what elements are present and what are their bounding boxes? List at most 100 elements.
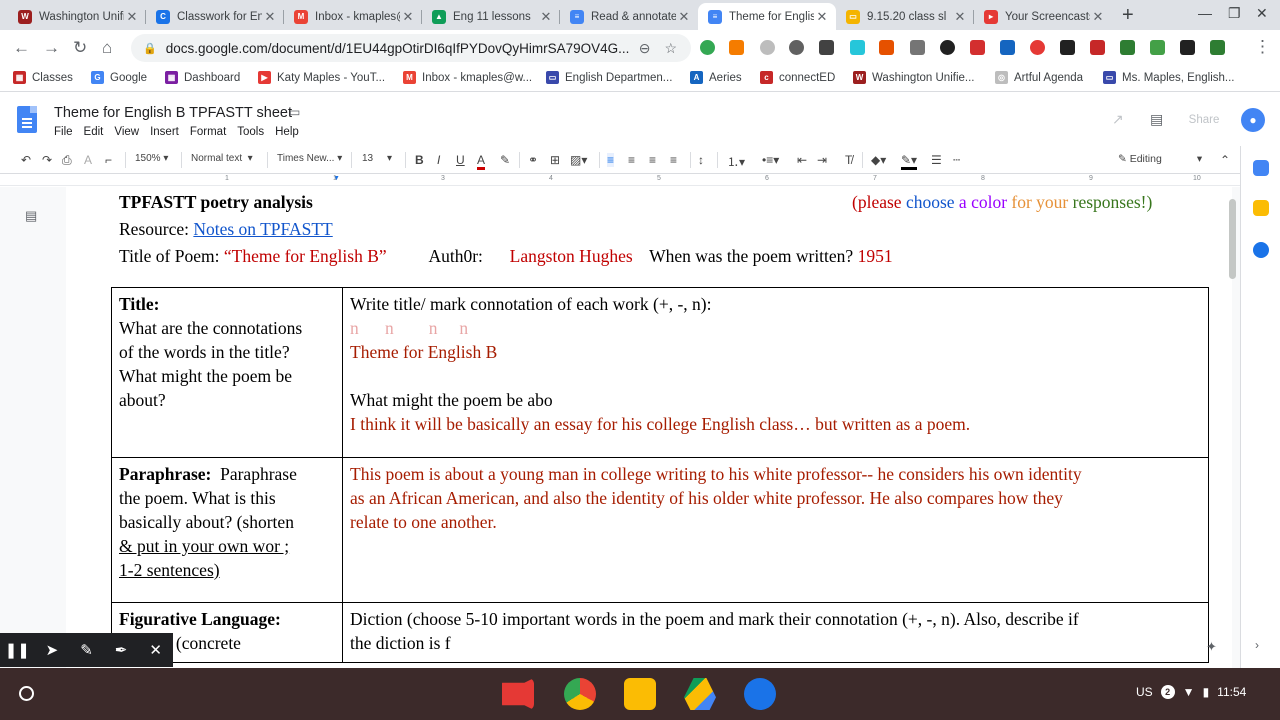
increase-indent-icon[interactable]: ⇥: [817, 153, 827, 167]
italic-icon[interactable]: I: [437, 153, 440, 167]
menu-tools[interactable]: Tools: [237, 126, 264, 138]
reload-icon[interactable]: ↻: [73, 38, 87, 58]
launcher-icon[interactable]: [19, 686, 34, 701]
status-area[interactable]: US 2 ▼ ▮ 11:54: [1136, 685, 1246, 699]
table-cell-title-response[interactable]: Write title/ mark connotation of each wo…: [342, 287, 1209, 458]
extension-add-icon[interactable]: [700, 40, 715, 55]
print-icon[interactable]: ⎙: [62, 153, 72, 168]
bookmark-classes[interactable]: ▦ Classes: [13, 71, 73, 84]
redo-icon[interactable]: ↷: [42, 153, 52, 167]
fill-color-icon[interactable]: ◆▾: [871, 153, 886, 167]
close-tab-icon[interactable]: ✕: [1090, 9, 1106, 25]
extension-icon[interactable]: [729, 40, 744, 55]
align-right-icon[interactable]: ≡: [649, 153, 656, 167]
undo-icon[interactable]: ↶: [21, 153, 31, 167]
extension-icon[interactable]: [1000, 40, 1015, 55]
numbered-list-icon[interactable]: ⒈▾: [727, 153, 745, 170]
editing-mode-select[interactable]: ✎ Editing ▾: [1118, 153, 1202, 165]
close-tab-icon[interactable]: ✕: [676, 9, 692, 25]
home-icon[interactable]: ⌂: [102, 38, 112, 58]
extension-icon[interactable]: [1030, 40, 1045, 55]
calendar-icon[interactable]: [1253, 160, 1269, 176]
extension-icon[interactable]: [1060, 40, 1075, 55]
menu-format[interactable]: Format: [190, 126, 226, 138]
bold-icon[interactable]: B: [415, 153, 424, 167]
pause-recording-icon[interactable]: ❚❚: [0, 641, 35, 659]
bookmark-washington[interactable]: W Washington Unifie...: [853, 71, 974, 84]
tab-screencasts[interactable]: ▸ Your Screencasts ✕: [974, 3, 1112, 30]
link-icon[interactable]: ⚭: [528, 153, 538, 167]
tab-theme-for-english-b[interactable]: ≡ Theme for English B ✕: [698, 3, 836, 30]
bookmark-aeries[interactable]: A Aeries: [690, 71, 742, 84]
line-spacing-icon[interactable]: ↕: [698, 153, 704, 167]
font-size-select[interactable]: 13 ▾: [362, 153, 392, 164]
chrome-app-icon[interactable]: [564, 678, 596, 710]
add-comment-icon[interactable]: ⊞: [550, 153, 560, 167]
tab-washington-unified[interactable]: W Washington Unified ✕: [8, 3, 146, 30]
explore-icon[interactable]: ✦: [1206, 639, 1217, 655]
bookmark-inbox[interactable]: M Inbox - kmaples@w...: [403, 71, 532, 84]
justify-icon[interactable]: ≡: [670, 153, 677, 167]
minimize-icon[interactable]: —: [1198, 5, 1212, 21]
forward-icon[interactable]: →: [43, 38, 60, 58]
bookmark-english-dept[interactable]: ▭ English Departmen...: [546, 71, 672, 84]
checkmark-extension-icon[interactable]: [1120, 40, 1135, 55]
document-title[interactable]: Theme for English B TPFASTT sheet: [54, 105, 292, 121]
extension-icon[interactable]: [910, 40, 925, 55]
close-window-icon[interactable]: ✕: [1256, 5, 1268, 22]
drive-app-icon[interactable]: [684, 678, 716, 710]
clear-formatting-icon[interactable]: T̸: [845, 153, 852, 167]
align-center-icon[interactable]: ≡: [628, 153, 635, 167]
extension-icon[interactable]: [819, 40, 834, 55]
resource-link[interactable]: Notes on TPFASTT: [193, 219, 332, 239]
avatar[interactable]: ●: [1241, 108, 1265, 132]
close-tab-icon[interactable]: ✕: [538, 9, 554, 25]
spellcheck-icon[interactable]: A: [84, 153, 92, 167]
decrease-indent-icon[interactable]: ⇤: [797, 153, 807, 167]
bookmark-ms-maples[interactable]: ▭ Ms. Maples, English...: [1103, 71, 1234, 84]
address-bar[interactable]: 🔒 docs.google.com/document/d/1EU44gpOtir…: [131, 34, 691, 62]
files-app-icon[interactable]: [744, 678, 776, 710]
table-cell-paraphrase-response[interactable]: This poem is about a young man in colleg…: [342, 457, 1209, 603]
tab-read-annotate[interactable]: ≡ Read & annotate ✕: [560, 3, 698, 30]
border-width-icon[interactable]: ☰: [931, 153, 942, 167]
comments-icon[interactable]: ▤: [1150, 111, 1163, 128]
side-panel-toggle-icon[interactable]: ›: [1255, 638, 1259, 652]
paint-format-icon[interactable]: ⌐: [105, 153, 112, 167]
insert-image-icon[interactable]: ▨▾: [570, 153, 587, 167]
highlighter-tool-icon[interactable]: ✒: [104, 641, 139, 659]
extension-icon[interactable]: [1150, 40, 1165, 55]
bookmark-google[interactable]: G Google: [91, 71, 147, 84]
tab-class-slides[interactable]: ▭ 9.15.20 class sl ✕: [836, 3, 974, 30]
menu-edit[interactable]: Edit: [84, 126, 104, 138]
font-select[interactable]: Times New... ▾: [277, 153, 342, 164]
google-docs-logo-icon[interactable]: [17, 106, 37, 133]
bookmark-artful-agenda[interactable]: ◎ Artful Agenda: [995, 71, 1083, 84]
pinterest-extension-icon[interactable]: [789, 40, 804, 55]
bookmark-youtube[interactable]: ▶ Katy Maples - YouT...: [258, 71, 385, 84]
style-select[interactable]: Normal text ▾: [191, 153, 253, 164]
close-tab-icon[interactable]: ✕: [262, 9, 278, 25]
restore-icon[interactable]: ❐: [1228, 5, 1241, 22]
menu-file[interactable]: File: [54, 126, 73, 138]
back-icon[interactable]: ←: [13, 38, 30, 58]
tab-classwork[interactable]: C Classwork for English B ✕: [146, 3, 284, 30]
extension-icon[interactable]: [970, 40, 985, 55]
close-tab-icon[interactable]: ✕: [400, 9, 416, 25]
menu-view[interactable]: View: [114, 126, 139, 138]
bookmark-connected[interactable]: c connectED: [760, 71, 835, 84]
menu-help[interactable]: Help: [275, 126, 299, 138]
document-outline-icon[interactable]: ▤: [25, 208, 37, 224]
vertical-scrollbar[interactable]: [1229, 199, 1236, 279]
border-color-icon[interactable]: ✎▾: [901, 153, 918, 170]
zoom-select[interactable]: 150% ▾: [135, 153, 168, 164]
hide-menus-icon[interactable]: ⌃: [1220, 153, 1230, 167]
menu-insert[interactable]: Insert: [150, 126, 179, 138]
url-text[interactable]: docs.google.com/document/d/1EU44gpOtirDI…: [166, 41, 639, 56]
classroom-app-icon[interactable]: [624, 678, 656, 710]
border-dash-icon[interactable]: ┄: [953, 153, 960, 167]
document-page[interactable]: TPFASTT poetry analysis (please choose a…: [66, 187, 1232, 668]
new-tab-button[interactable]: +: [1122, 4, 1134, 27]
chrome-menu-icon[interactable]: ⋮: [1254, 37, 1271, 57]
close-tab-icon[interactable]: ✕: [124, 9, 140, 25]
